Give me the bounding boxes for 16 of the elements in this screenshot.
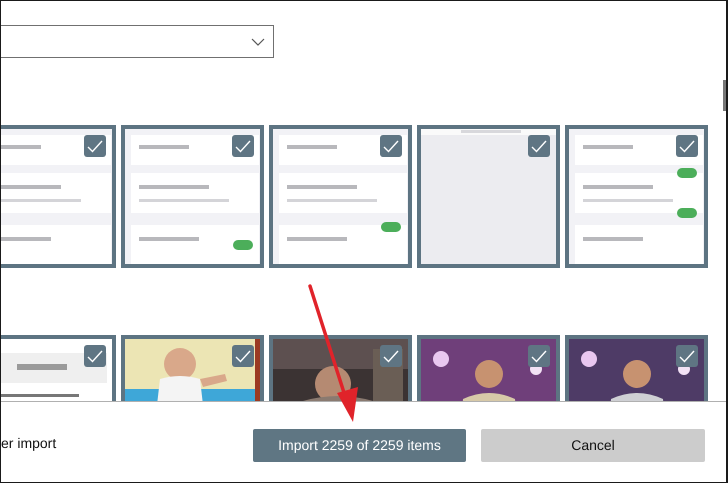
scroll-thumb[interactable] bbox=[723, 80, 726, 111]
checkbox[interactable] bbox=[528, 345, 550, 367]
checkbox[interactable] bbox=[232, 135, 254, 157]
checkbox[interactable] bbox=[676, 345, 698, 367]
checkbox[interactable] bbox=[528, 135, 550, 157]
option-label: er import bbox=[1, 435, 58, 451]
dropdown[interactable] bbox=[1, 25, 274, 58]
checkbox[interactable] bbox=[232, 345, 254, 367]
chevron-icon bbox=[251, 38, 265, 46]
checkbox[interactable] bbox=[84, 135, 106, 157]
checkbox[interactable] bbox=[380, 345, 402, 367]
checkbox[interactable] bbox=[380, 135, 402, 157]
cancel-button[interactable]: Cancel bbox=[481, 428, 705, 462]
checkbox[interactable] bbox=[84, 345, 106, 367]
import-button[interactable]: Import 2259 of 2259 items bbox=[253, 428, 466, 462]
checkbox[interactable] bbox=[676, 135, 698, 157]
